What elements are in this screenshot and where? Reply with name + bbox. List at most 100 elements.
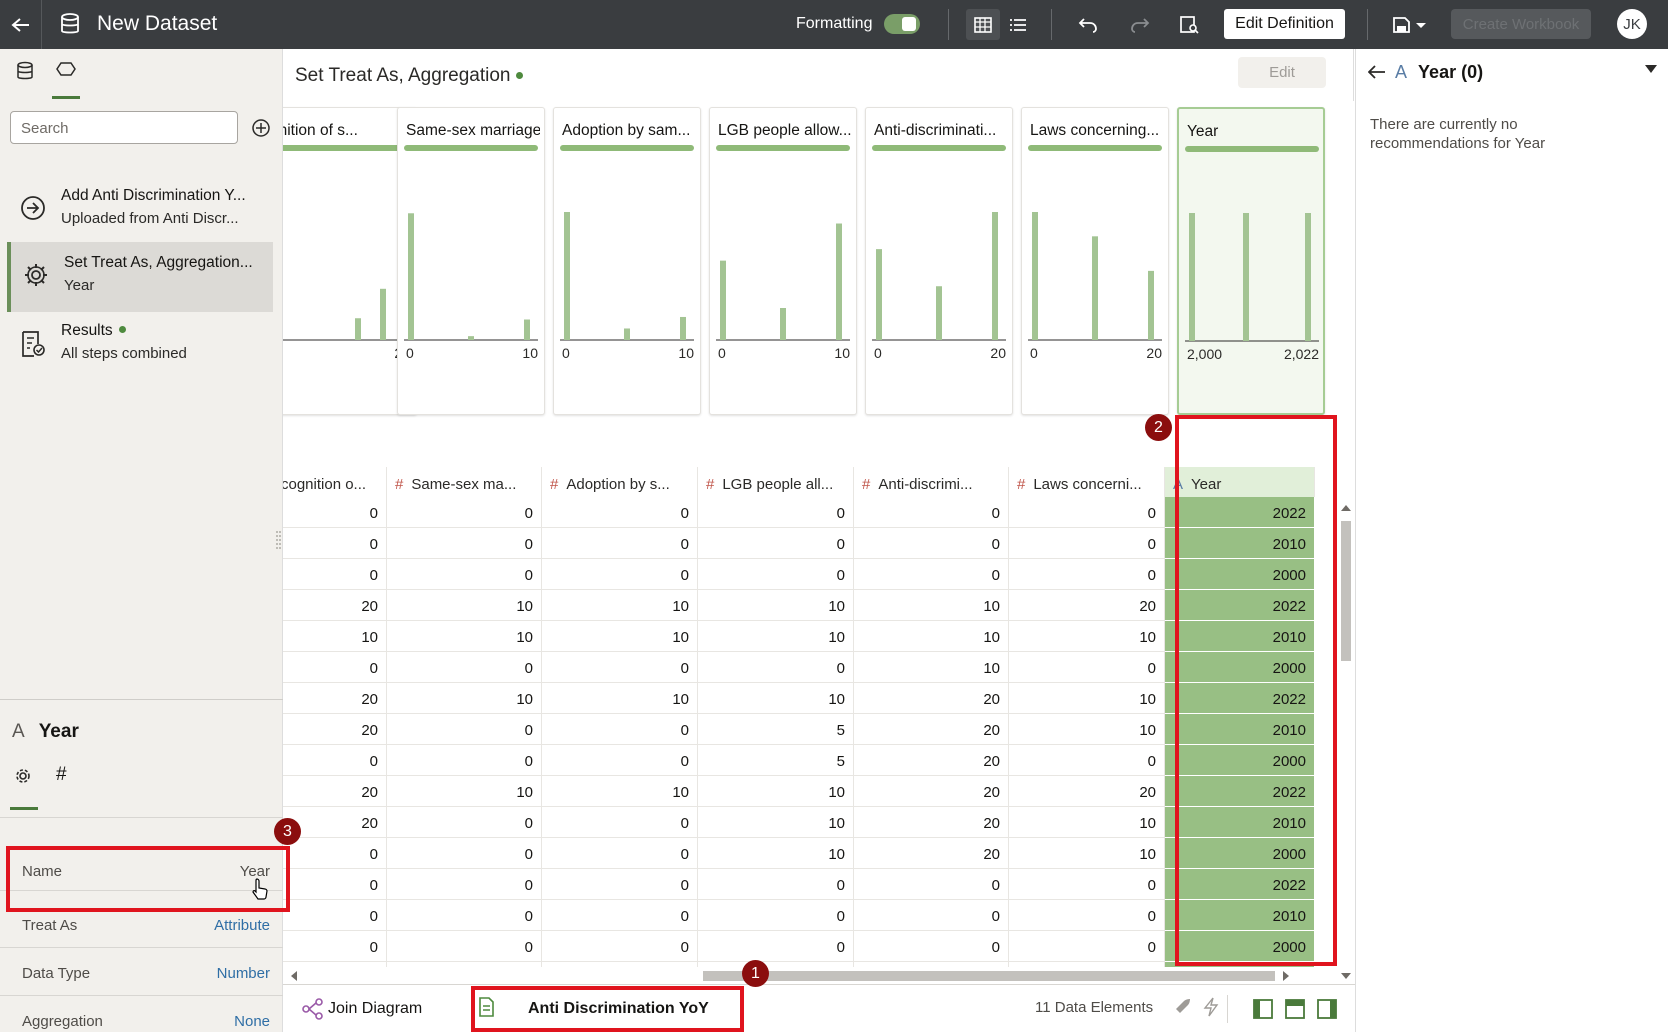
table-cell[interactable]: 0 <box>698 931 854 962</box>
preview-button[interactable] <box>1173 9 1205 40</box>
resize-handle-icon[interactable] <box>276 531 282 551</box>
column-profile-card[interactable]: Same-sex marriage 0 10 <box>397 107 545 415</box>
table-cell[interactable]: 0 <box>542 652 698 683</box>
table-cell[interactable]: 20 <box>854 745 1009 776</box>
table-cell[interactable]: 0 <box>1009 869 1165 900</box>
table-cell[interactable]: 0 <box>283 900 387 931</box>
table-cell[interactable]: 0 <box>387 528 542 559</box>
create-workbook-button[interactable]: Create Workbook <box>1451 9 1591 39</box>
search-input[interactable]: Search <box>10 111 238 144</box>
table-cell[interactable]: 0 <box>387 745 542 776</box>
table-cell[interactable]: 10 <box>542 621 698 652</box>
table-cell[interactable]: 10 <box>387 590 542 621</box>
step-add-source[interactable]: Add Anti Discrimination Y... Uploaded fr… <box>8 175 272 245</box>
table-cell[interactable]: 20 <box>1009 590 1165 621</box>
table-cell[interactable]: 0 <box>283 652 387 683</box>
tab-anti-discrimination-yoy[interactable]: Anti Discrimination YoY <box>528 1000 709 1018</box>
table-cell[interactable]: 10 <box>542 776 698 807</box>
table-cell[interactable]: 0 <box>542 745 698 776</box>
tab-join-diagram[interactable]: Join Diagram <box>328 1000 422 1018</box>
horizontal-scrollbar[interactable] <box>283 967 1343 983</box>
table-cell[interactable]: 2000 <box>1165 745 1315 776</box>
list-view-button[interactable] <box>1002 9 1034 40</box>
table-cell[interactable]: 20 <box>854 714 1009 745</box>
table-cell[interactable]: 0 <box>387 931 542 962</box>
table-cell[interactable]: 20 <box>854 807 1009 838</box>
table-cell[interactable]: 0 <box>387 714 542 745</box>
table-cell[interactable]: 10 <box>698 776 854 807</box>
table-cell[interactable]: 0 <box>387 559 542 590</box>
tag-rocket-icon[interactable] <box>1172 997 1192 1017</box>
undo-button[interactable] <box>1072 9 1104 40</box>
table-cell[interactable]: 0 <box>387 900 542 931</box>
arrow-left-icon[interactable] <box>1367 65 1386 79</box>
table-cell[interactable]: 2022 <box>1165 776 1315 807</box>
vertical-scrollbar[interactable] <box>1338 501 1353 979</box>
table-cell[interactable]: 0 <box>283 559 387 590</box>
column-profile-card[interactable]: Anti-discriminati... 0 20 <box>865 107 1013 415</box>
table-cell[interactable]: 0 <box>387 807 542 838</box>
step-results[interactable]: Results All steps combined <box>8 310 272 380</box>
table-cell[interactable]: 10 <box>387 776 542 807</box>
table-cell[interactable]: 0 <box>698 900 854 931</box>
data-type-value[interactable]: Number <box>217 965 270 982</box>
table-view-button[interactable] <box>966 9 1000 40</box>
table-cell[interactable]: 10 <box>1009 807 1165 838</box>
table-cell[interactable]: 0 <box>698 528 854 559</box>
tab-general[interactable] <box>14 767 32 790</box>
table-cell[interactable]: 2022 <box>1165 497 1315 528</box>
table-cell[interactable]: 2010 <box>1165 714 1315 745</box>
table-cell[interactable]: 0 <box>542 869 698 900</box>
table-cell[interactable]: 0 <box>1009 559 1165 590</box>
table-cell[interactable]: 0 <box>1009 497 1165 528</box>
table-cell[interactable]: 10 <box>542 590 698 621</box>
table-cell[interactable]: 20 <box>854 776 1009 807</box>
table-cell[interactable]: 20 <box>283 590 387 621</box>
table-cell[interactable]: 2000 <box>1165 652 1315 683</box>
table-cell[interactable]: 0 <box>698 497 854 528</box>
table-cell[interactable]: 2010 <box>1165 900 1315 931</box>
table-cell[interactable]: 2022 <box>1165 683 1315 714</box>
table-cell[interactable]: 10 <box>1009 621 1165 652</box>
table-cell[interactable]: 10 <box>854 652 1009 683</box>
table-cell[interactable]: 2000 <box>1165 838 1315 869</box>
table-cell[interactable]: 0 <box>1009 931 1165 962</box>
table-cell[interactable]: 0 <box>542 497 698 528</box>
table-cell[interactable]: 10 <box>387 683 542 714</box>
column-header[interactable]: # Anti-discrimi... <box>854 467 1009 497</box>
table-cell[interactable]: 5 <box>698 714 854 745</box>
column-header[interactable]: # Laws concerni... <box>1009 467 1165 497</box>
column-profile-card[interactable]: Adoption by sam... 0 10 <box>553 107 701 415</box>
table-cell[interactable]: 0 <box>542 714 698 745</box>
table-cell[interactable]: 0 <box>1009 528 1165 559</box>
table-cell[interactable]: 0 <box>1009 745 1165 776</box>
lightning-icon[interactable] <box>1203 997 1219 1017</box>
table-cell[interactable]: 10 <box>698 590 854 621</box>
table-cell[interactable]: 0 <box>387 497 542 528</box>
save-button[interactable] <box>1386 9 1432 40</box>
chevron-down-icon[interactable] <box>1645 65 1657 73</box>
table-cell[interactable]: 0 <box>387 652 542 683</box>
avatar[interactable]: JK <box>1617 9 1647 39</box>
formatting-toggle[interactable] <box>884 14 920 34</box>
column-header[interactable]: # Adoption by s... <box>542 467 698 497</box>
table-cell[interactable]: 0 <box>542 559 698 590</box>
table-cell[interactable]: 0 <box>283 497 387 528</box>
back-button[interactable] <box>0 0 42 49</box>
table-cell[interactable]: 0 <box>542 528 698 559</box>
panel-top-icon[interactable] <box>1285 999 1305 1019</box>
table-cell[interactable]: 0 <box>283 528 387 559</box>
table-cell[interactable]: 0 <box>854 497 1009 528</box>
table-cell[interactable]: 0 <box>854 528 1009 559</box>
table-cell[interactable]: 2010 <box>1165 621 1315 652</box>
table-cell[interactable]: 20 <box>283 683 387 714</box>
table-cell[interactable]: 0 <box>854 869 1009 900</box>
column-profile-card[interactable]: LGB people allow... 0 10 <box>709 107 857 415</box>
tab-data[interactable] <box>16 61 34 86</box>
table-cell[interactable]: 10 <box>542 683 698 714</box>
table-cell[interactable]: 20 <box>1009 776 1165 807</box>
table-cell[interactable]: 0 <box>854 931 1009 962</box>
table-cell[interactable]: 10 <box>698 621 854 652</box>
tab-number-format[interactable]: # <box>56 764 67 786</box>
table-cell[interactable]: 0 <box>1009 900 1165 931</box>
